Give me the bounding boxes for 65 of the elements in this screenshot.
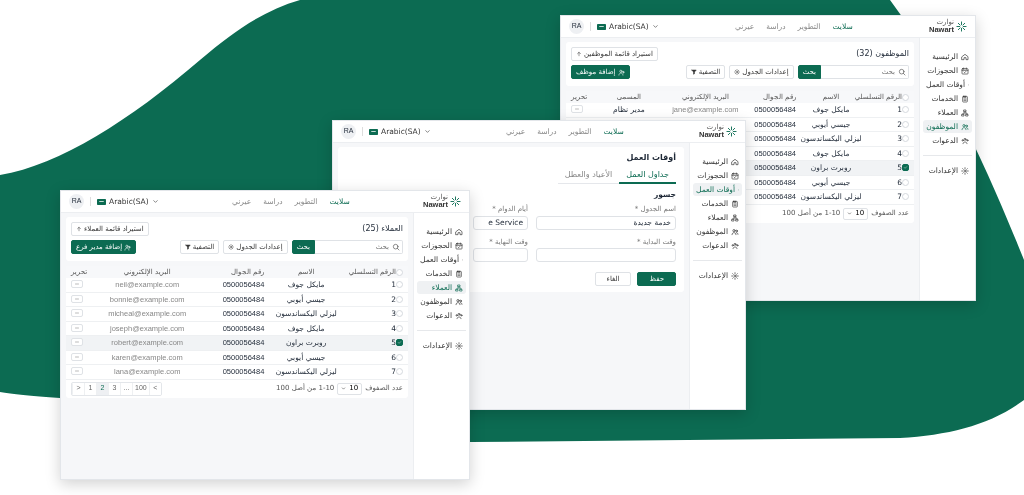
calendar-icon	[731, 171, 739, 180]
settings-icon	[455, 341, 463, 350]
row-checkbox[interactable]	[396, 339, 403, 347]
more-button[interactable]	[71, 352, 83, 361]
users-icon	[961, 122, 969, 131]
calendar-icon	[455, 241, 463, 250]
page-title: العملاء (25)	[362, 224, 403, 234]
more-button[interactable]	[71, 367, 83, 376]
more-button[interactable]	[71, 294, 83, 303]
hierarchy-icon	[731, 213, 739, 222]
input-field[interactable]	[536, 247, 676, 262]
filter-icon	[690, 69, 697, 75]
select-all-checkbox[interactable]	[902, 93, 909, 101]
more-button[interactable]	[71, 309, 83, 318]
page-title: الموظفون (32)	[856, 49, 909, 59]
chevron-down-icon	[423, 128, 431, 135]
gear-icon	[228, 244, 235, 250]
hierarchy-icon	[961, 108, 969, 117]
tab[interactable]: الأعياد والعطل	[557, 166, 620, 185]
user-group-icon	[731, 241, 739, 250]
input-field[interactable]	[473, 247, 528, 262]
select-all-checkbox[interactable]	[396, 268, 403, 276]
upload-icon	[576, 51, 582, 57]
flag-icon	[97, 198, 106, 205]
chevron-down-icon	[341, 386, 347, 391]
user-group-icon	[961, 136, 969, 145]
more-button[interactable]	[71, 323, 83, 332]
users-icon	[731, 227, 739, 236]
filter-icon	[184, 244, 191, 250]
tab[interactable]: جداول العمل	[619, 166, 676, 185]
clipboard-icon	[731, 199, 739, 208]
check-icon	[397, 340, 402, 346]
row-checkbox[interactable]	[902, 164, 909, 172]
upload-icon	[76, 226, 82, 232]
flag-icon	[597, 23, 606, 30]
more-button[interactable]	[71, 280, 83, 289]
users-icon	[455, 297, 463, 306]
clipboard-icon	[961, 94, 969, 103]
calendar-icon	[961, 66, 969, 75]
check-icon	[903, 165, 908, 171]
dash-icon	[574, 106, 580, 113]
logo-icon	[956, 21, 967, 32]
clipboard-icon	[455, 269, 463, 278]
chevron-down-icon	[847, 211, 853, 216]
home-icon	[961, 52, 969, 61]
user-group-icon	[455, 311, 463, 320]
dash-icon	[74, 368, 80, 375]
hierarchy-icon	[455, 283, 463, 292]
user-plus-icon	[617, 68, 625, 76]
more-button[interactable]	[571, 105, 583, 114]
settings-icon	[961, 166, 969, 175]
chevron-down-icon	[651, 23, 659, 30]
chevron-down-icon	[151, 198, 159, 205]
logo-icon	[726, 126, 737, 137]
settings-icon	[731, 271, 739, 280]
search-icon	[392, 243, 400, 251]
gear-icon	[734, 69, 741, 75]
home-icon	[455, 227, 463, 236]
user-plus-icon	[124, 243, 132, 251]
logo-icon	[450, 196, 461, 207]
page-title: أوقات العمل	[626, 153, 676, 163]
more-button[interactable]	[71, 338, 83, 347]
search-icon	[898, 68, 906, 76]
home-icon	[731, 157, 739, 166]
flag-icon	[369, 128, 378, 135]
